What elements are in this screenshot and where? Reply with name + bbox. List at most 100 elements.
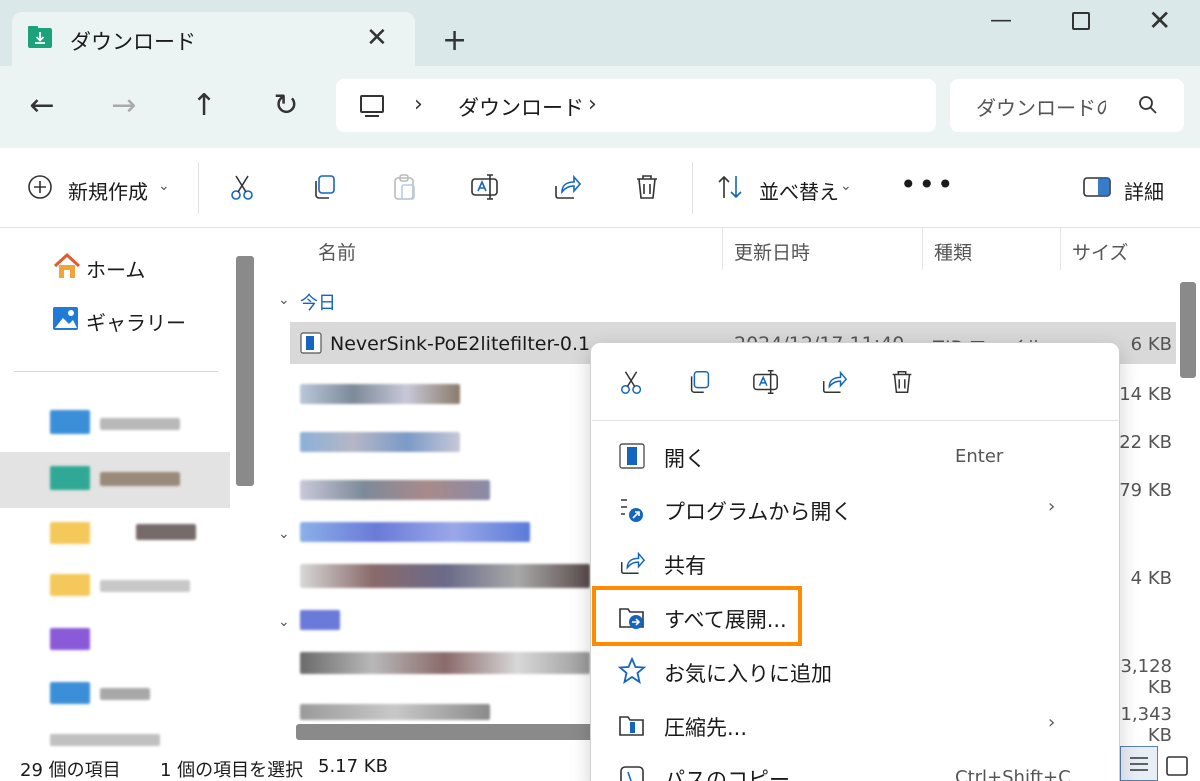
list-item-blurred[interactable] — [300, 704, 490, 720]
details-button[interactable]: 詳細 — [1124, 176, 1164, 205]
sidebar-scrollbar[interactable] — [236, 256, 254, 486]
chevron-right-icon[interactable]: › — [1048, 712, 1055, 733]
back-icon[interactable]: ← — [22, 88, 62, 123]
sidebar-blurred-item[interactable] — [50, 466, 90, 490]
this-pc-icon[interactable] — [360, 95, 384, 117]
command-bar — [0, 148, 1200, 228]
copy-path-icon — [620, 766, 644, 781]
file-name[interactable]: NeverSink-PoE2litefilter-0.1.2.zip — [330, 333, 590, 355]
sidebar-blurred-item[interactable] — [100, 472, 180, 486]
list-item-blurred[interactable] — [300, 564, 590, 588]
copy-icon[interactable] — [686, 368, 714, 396]
group-header-blurred[interactable] — [300, 610, 340, 630]
chevron-down-icon[interactable]: ⌄ — [840, 178, 852, 194]
sidebar-blurred-item[interactable] — [50, 574, 90, 596]
sidebar-blurred-item[interactable] — [100, 688, 150, 700]
sidebar-blurred-item[interactable] — [136, 524, 196, 540]
sidebar-blurred-item[interactable] — [50, 410, 90, 434]
column-divider[interactable] — [1060, 228, 1061, 270]
column-header-modified[interactable]: 更新日時 — [734, 238, 810, 265]
sidebar-blurred-item[interactable] — [50, 522, 90, 544]
shortcut-hint: Ctrl+Shift+C — [955, 767, 1071, 781]
search-input[interactable]: ダウンロードの検索 — [976, 92, 1106, 121]
forward-icon[interactable]: → — [104, 88, 144, 123]
share-icon — [620, 551, 646, 575]
chevron-down-icon[interactable]: ⌄ — [278, 526, 290, 542]
more-options-icon[interactable]: ••• — [900, 168, 956, 201]
list-item-blurred[interactable] — [300, 432, 460, 452]
toolbar-divider — [692, 162, 693, 214]
rename-icon[interactable] — [752, 368, 780, 396]
compress-icon — [619, 716, 644, 736]
refresh-icon[interactable]: ↻ — [266, 88, 306, 123]
home-icon — [53, 252, 81, 278]
rename-icon[interactable] — [470, 172, 500, 202]
share-icon[interactable] — [820, 368, 848, 396]
new-tab-icon[interactable]: + — [442, 23, 467, 58]
search-icon[interactable] — [1138, 95, 1158, 115]
breadcrumb-current[interactable]: ダウンロード — [458, 92, 584, 122]
tab-title: ダウンロード — [70, 30, 196, 54]
column-divider[interactable] — [922, 228, 923, 270]
chevron-right-icon[interactable]: › — [1048, 496, 1055, 517]
sidebar-blurred-item[interactable] — [50, 734, 160, 746]
new-plus-icon[interactable] — [26, 172, 56, 202]
copy-icon[interactable] — [310, 172, 340, 202]
cut-icon[interactable] — [228, 172, 258, 202]
details-pane-icon[interactable] — [1082, 172, 1112, 202]
up-icon[interactable]: ↑ — [184, 88, 224, 123]
group-header-today[interactable]: 今日 — [300, 289, 336, 315]
sidebar-blurred-item[interactable] — [100, 418, 180, 430]
sidebar-blurred-item[interactable] — [100, 580, 190, 592]
column-header-size[interactable]: サイズ — [1072, 238, 1128, 265]
sidebar-item-home[interactable]: ホーム — [86, 254, 145, 283]
chevron-down-icon[interactable]: ⌄ — [158, 178, 170, 194]
toolbar-divider — [198, 162, 199, 214]
menu-item-open-with[interactable]: プログラムから開く — [664, 496, 852, 526]
delete-icon[interactable] — [632, 172, 662, 202]
details-view-button[interactable] — [1120, 746, 1158, 781]
cut-icon[interactable] — [618, 368, 646, 396]
sort-button[interactable]: 並べ替え — [759, 176, 839, 205]
close-window-icon[interactable]: ✕ — [1148, 4, 1171, 37]
group-header-blurred[interactable] — [300, 522, 530, 542]
share-icon[interactable] — [552, 172, 582, 202]
address-bar[interactable] — [336, 79, 936, 132]
close-tab-icon[interactable]: ✕ — [366, 23, 388, 53]
tiles-view-icon[interactable] — [1166, 756, 1188, 776]
sort-icon[interactable] — [716, 172, 746, 202]
maximize-icon[interactable] — [1072, 12, 1090, 30]
status-selected-size: 5.17 KB — [318, 756, 388, 777]
paste-icon[interactable] — [390, 172, 420, 202]
sidebar-item-gallery[interactable]: ギャラリー — [86, 307, 186, 336]
zip-file-icon — [300, 332, 322, 354]
list-view-icon — [1130, 757, 1148, 771]
column-header-type[interactable]: 種類 — [934, 238, 972, 265]
highlight-box — [592, 586, 802, 646]
menu-item-copy-path[interactable]: パスのコピー — [664, 764, 790, 781]
menu-item-add-favorite[interactable]: お気に入りに追加 — [664, 658, 832, 688]
vertical-scrollbar[interactable] — [1180, 282, 1196, 378]
chevron-down-icon[interactable]: ⌄ — [278, 614, 290, 630]
menu-divider — [592, 420, 1118, 421]
new-button[interactable]: 新規作成 — [68, 176, 148, 205]
sidebar-blurred-item[interactable] — [50, 682, 90, 704]
list-item-blurred[interactable] — [300, 480, 490, 500]
column-header-name[interactable]: 名前 — [318, 238, 356, 265]
menu-item-open[interactable]: 開く — [664, 443, 706, 473]
breadcrumb-separator-icon[interactable]: › — [588, 92, 597, 117]
menu-item-share[interactable]: 共有 — [664, 550, 706, 580]
list-item-blurred[interactable] — [300, 652, 590, 674]
menu-item-compress[interactable]: 圧縮先... — [664, 712, 747, 742]
star-icon — [618, 657, 646, 684]
sidebar-blurred-item[interactable] — [50, 628, 90, 650]
breadcrumb-separator-icon[interactable]: › — [414, 92, 423, 117]
delete-icon[interactable] — [888, 368, 916, 396]
sidebar-divider — [14, 371, 218, 372]
chevron-down-icon[interactable]: ⌄ — [278, 292, 290, 308]
shortcut-hint: Enter — [955, 446, 1004, 467]
column-divider[interactable] — [722, 228, 723, 270]
downloads-folder-icon — [28, 26, 52, 48]
list-item-blurred[interactable] — [300, 384, 460, 404]
minimize-icon[interactable]: — — [990, 8, 1012, 33]
